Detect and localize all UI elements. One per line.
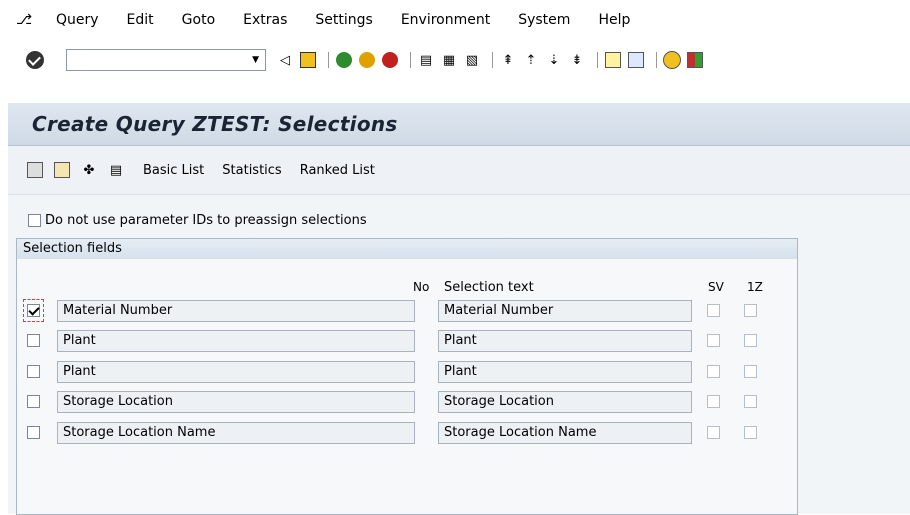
selection-text-input[interactable]: Plant [438,330,692,352]
find-next-icon[interactable]: ▧ [463,51,481,69]
menu-bar: ⎇ Query Edit Goto Extras Settings Enviro… [0,8,910,32]
table-row: Storage Location Name Storage Location N… [17,420,797,446]
field-name: Plant [57,330,415,352]
list-icon[interactable]: ▤ [107,161,125,179]
table-row: Plant Plant [17,328,797,354]
toolbar-separator [492,52,493,68]
parameter-id-checkbox[interactable] [28,214,41,227]
row-checkbox[interactable] [27,426,40,439]
previous-page-icon[interactable]: ⇡ [522,51,540,69]
sv-checkbox[interactable] [707,334,720,347]
selection-text-input[interactable]: Material Number [438,300,692,322]
row-checkbox[interactable] [27,334,40,347]
column-header-selection-text: Selection text [444,280,534,295]
field-name: Storage Location [57,391,415,413]
1z-checkbox[interactable] [744,304,757,317]
selection-text-input[interactable]: Storage Location [438,391,692,413]
save-variant-icon[interactable] [26,161,44,179]
menu-environment[interactable]: Environment [401,12,490,28]
table-row: Plant Plant [17,359,797,385]
back-icon[interactable] [335,51,353,69]
group-title: Selection fields [23,241,122,256]
parameter-id-label: Do not use parameter IDs to preassign se… [45,213,367,228]
toolbar-icons: ◁ ▤ ▦ ▧ ⇞ ⇡ ⇣ ⇟ [276,51,709,69]
sv-checkbox[interactable] [707,395,720,408]
menu-goto[interactable]: Goto [182,12,215,28]
1z-checkbox[interactable] [744,395,757,408]
menu-settings[interactable]: Settings [315,12,372,28]
toolbar-separator [410,52,411,68]
sv-checkbox[interactable] [707,304,720,317]
column-header-no: No [413,280,430,294]
table-row: Storage Location Storage Location [17,389,797,415]
field-name: Storage Location Name [57,422,415,444]
menu-query[interactable]: Query [56,12,99,28]
application-toolbar: ✤ ▤ Basic List Statistics Ranked List [8,146,910,195]
command-field[interactable]: ▼ [66,49,266,71]
selection-fields-group: Selection fields No Selection text SV 1Z… [16,238,798,515]
print-icon[interactable]: ▤ [417,51,435,69]
title-bar: Create Query ZTEST: Selections [8,103,910,146]
enter-icon[interactable] [26,51,44,69]
parameter-id-option[interactable]: Do not use parameter IDs to preassign se… [28,213,367,228]
back-arrow-icon[interactable]: ◁ [276,51,294,69]
row-checkbox[interactable] [27,304,40,317]
execute-icon[interactable] [53,161,71,179]
row-checkbox[interactable] [27,365,40,378]
next-page-icon[interactable]: ⇣ [545,51,563,69]
cancel-icon[interactable] [381,51,399,69]
toolbar-separator [328,52,329,68]
table-row: Material Number Material Number [17,298,797,324]
menu-edit[interactable]: Edit [127,12,154,28]
find-icon[interactable]: ▦ [440,51,458,69]
display-icon[interactable]: ✤ [80,161,98,179]
first-page-icon[interactable]: ⇞ [499,51,517,69]
column-header-sv: SV [708,280,724,294]
toolbar-separator [597,52,598,68]
chevron-down-icon[interactable]: ▼ [252,55,259,65]
selection-text-input[interactable]: Plant [438,361,692,383]
field-name: Material Number [57,300,415,322]
menu-icon[interactable]: ⎇ [16,12,38,28]
row-checkbox[interactable] [27,395,40,408]
page-title: Create Query ZTEST: Selections [32,112,398,136]
content-area: Do not use parameter IDs to preassign se… [8,195,910,515]
new-session-icon[interactable] [604,51,622,69]
selection-text-input[interactable]: Storage Location Name [438,422,692,444]
1z-checkbox[interactable] [744,365,757,378]
save-icon[interactable] [299,51,317,69]
menu-system[interactable]: System [518,12,570,28]
statistics-button[interactable]: Statistics [222,163,281,178]
field-name: Plant [57,361,415,383]
ranked-list-button[interactable]: Ranked List [300,163,375,178]
1z-checkbox[interactable] [744,334,757,347]
column-header-1z: 1Z [747,280,763,294]
sv-checkbox[interactable] [707,426,720,439]
1z-checkbox[interactable] [744,426,757,439]
menu-help[interactable]: Help [598,12,630,28]
shortcut-icon[interactable] [627,51,645,69]
standard-toolbar: ▼ ◁ ▤ ▦ ▧ ⇞ ⇡ ⇣ ⇟ [0,46,910,74]
last-page-icon[interactable]: ⇟ [568,51,586,69]
menu-extras[interactable]: Extras [243,12,287,28]
toolbar-separator [656,52,657,68]
layout-icon[interactable] [686,51,704,69]
group-header: Selection fields [17,238,797,259]
sv-checkbox[interactable] [707,365,720,378]
help-icon[interactable] [663,51,681,69]
basic-list-button[interactable]: Basic List [143,163,204,178]
exit-icon[interactable] [358,51,376,69]
